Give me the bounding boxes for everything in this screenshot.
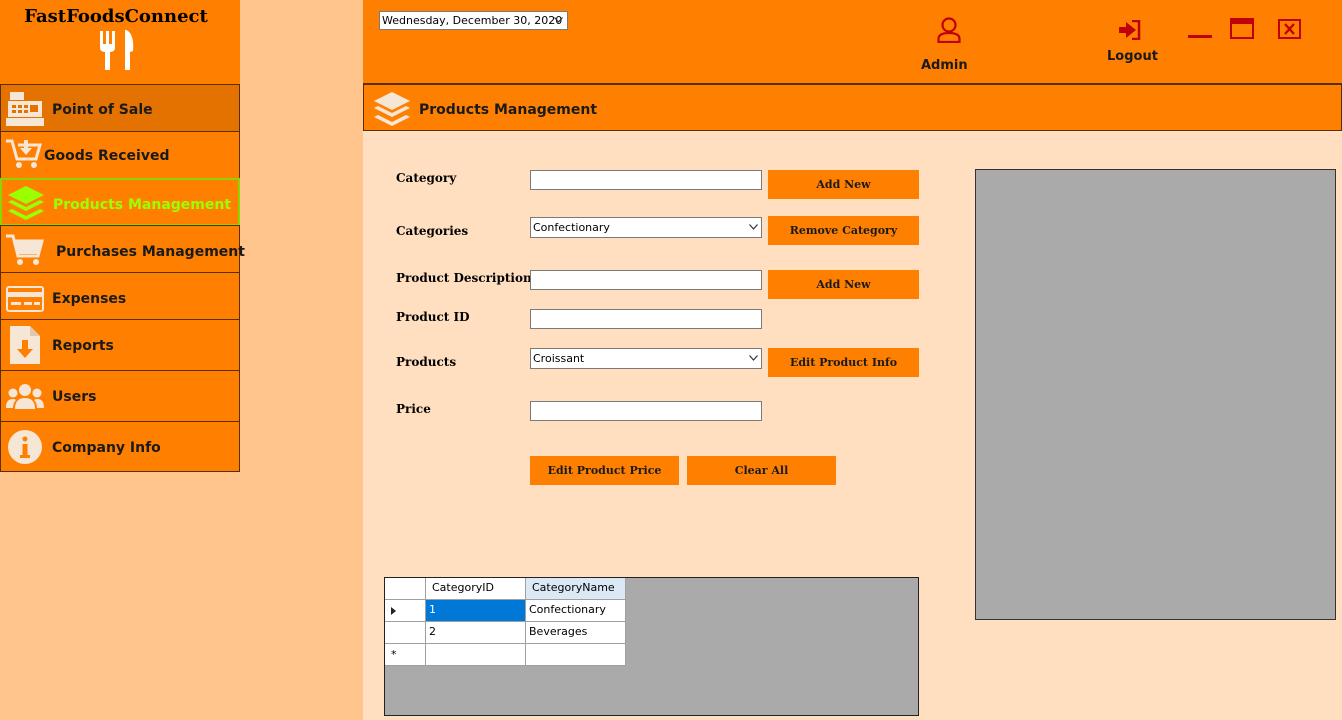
edit-product-price-button[interactable]: Edit Product Price [530, 456, 679, 485]
product-description-label: Product Description [396, 271, 532, 285]
sidebar-item-label: Users [52, 389, 97, 405]
add-new-product-button[interactable]: Add New [768, 270, 919, 299]
maximize-icon[interactable] [1230, 18, 1254, 39]
price-input[interactable] [530, 401, 762, 421]
table-cell[interactable]: 1 [426, 600, 526, 622]
user-icon [937, 17, 961, 43]
admin-label: Admin [921, 58, 968, 73]
sidebar-item-expenses[interactable]: Expenses [0, 272, 240, 320]
new-row-cell[interactable] [426, 644, 526, 666]
sidebar-item-label: Products Management [53, 197, 232, 213]
column-header-categoryname[interactable]: CategoryName [526, 578, 626, 600]
top-header: Wednesday, December 30, 2020 Admin Logou… [363, 0, 1342, 84]
sidebar-item-label: Goods Received [44, 148, 170, 164]
categories-grid[interactable]: CategoryID CategoryName 1 Confectionary … [384, 577, 919, 716]
add-new-category-button[interactable]: Add New [768, 170, 919, 199]
row-header[interactable] [385, 600, 426, 622]
chevron-down-icon [554, 17, 563, 23]
products-label: Products [396, 355, 457, 369]
product-id-input[interactable] [530, 309, 762, 329]
current-row-arrow-icon [391, 607, 396, 615]
sidebar-item-users[interactable]: Users [0, 370, 240, 422]
app-title: FastFoodsConnect [24, 6, 208, 27]
chevron-down-icon [749, 355, 758, 361]
date-value: Wednesday, December 30, 2020 [382, 14, 563, 27]
cart-download-icon [6, 139, 42, 168]
row-header[interactable] [385, 622, 426, 644]
file-download-icon [10, 326, 40, 364]
sidebar-item-reports[interactable]: Reports [0, 319, 240, 371]
table-cell[interactable]: 2 [426, 622, 526, 644]
new-row-asterisk-icon: * [391, 648, 397, 661]
logout-label: Logout [1107, 49, 1158, 64]
admin-button[interactable]: Admin [919, 15, 971, 75]
category-input[interactable] [530, 170, 762, 190]
grid-corner-header [385, 578, 426, 600]
sidebar-item-label: Expenses [52, 291, 127, 307]
sidebar-item-purchases-management[interactable]: Purchases Management [0, 225, 245, 273]
utensils-icon [100, 30, 134, 70]
category-label: Category [396, 171, 457, 185]
cash-register-icon [6, 92, 44, 126]
price-label: Price [396, 402, 431, 416]
layers-icon [374, 92, 410, 126]
products-selected: Croissant [533, 352, 585, 365]
sidebar-item-products-management[interactable]: Products Management [0, 178, 240, 226]
logout-button[interactable]: Logout [1105, 17, 1158, 67]
close-icon[interactable] [1278, 19, 1301, 39]
section-header: Products Management [363, 84, 1342, 131]
sidebar-item-goods-received[interactable]: Goods Received [0, 131, 240, 179]
new-row-header[interactable]: * [385, 644, 426, 666]
date-picker[interactable]: Wednesday, December 30, 2020 [379, 11, 568, 30]
products-dropdown[interactable]: Croissant [530, 348, 762, 369]
shopping-cart-icon [6, 234, 44, 265]
categories-selected: Confectionary [533, 221, 610, 234]
info-icon [8, 430, 42, 464]
categories-dropdown[interactable]: Confectionary [530, 217, 762, 238]
users-icon [6, 384, 44, 409]
minimize-icon[interactable] [1188, 35, 1212, 39]
top-spacer [240, 0, 363, 84]
categories-label: Categories [396, 224, 469, 238]
section-title: Products Management [419, 102, 598, 118]
clear-all-button[interactable]: Clear All [687, 456, 836, 485]
table-cell[interactable]: Beverages [526, 622, 626, 644]
credit-card-icon [6, 286, 44, 312]
app-logo: FastFoodsConnect [0, 0, 240, 84]
new-row-cell[interactable] [526, 644, 626, 666]
sidebar-item-label: Point of Sale [52, 102, 153, 118]
product-id-label: Product ID [396, 310, 470, 324]
sidebar-item-label: Company Info [52, 440, 161, 456]
layers-icon [8, 186, 44, 220]
logout-icon [1119, 20, 1141, 40]
sidebar-item-point-of-sale[interactable]: Point of Sale [0, 84, 240, 132]
sidebar-item-label: Purchases Management [56, 244, 245, 260]
table-cell[interactable]: Confectionary [526, 600, 626, 622]
edit-product-info-button[interactable]: Edit Product Info [768, 348, 919, 377]
sidebar-item-company-info[interactable]: Company Info [0, 421, 240, 472]
sidebar-item-label: Reports [52, 338, 114, 354]
product-description-input[interactable] [530, 270, 762, 290]
remove-category-button[interactable]: Remove Category [768, 216, 919, 245]
chevron-down-icon [749, 224, 758, 230]
column-header-categoryid[interactable]: CategoryID [426, 578, 526, 600]
product-image-panel [975, 169, 1336, 620]
